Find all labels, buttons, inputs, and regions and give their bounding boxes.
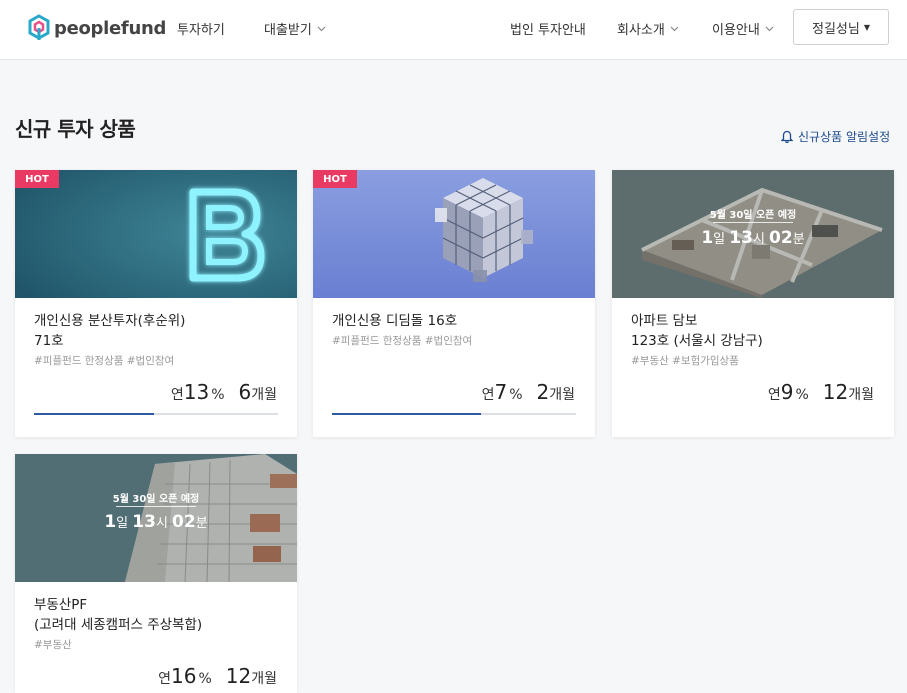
product-image: HOT	[313, 170, 595, 298]
chevron-down-icon	[670, 26, 679, 31]
rate-prefix: 연	[170, 387, 184, 403]
top-header: peoplefund 투자하기 대출받기 법인 투자안내 회사소개 이용안내 정…	[0, 0, 907, 60]
alarm-label: 신규상품 알림설정	[798, 130, 891, 144]
nav-invest-label: 투자하기	[177, 23, 225, 38]
open-countdown: 1일 13시 02분	[612, 228, 894, 248]
nav-corporate[interactable]: 법인 투자안내	[510, 19, 586, 38]
product-title-line1: 개인신용 디딤돌 16호	[332, 313, 458, 329]
funding-progress-bar	[332, 413, 576, 415]
brand-logo[interactable]: peoplefund	[28, 14, 166, 42]
countdown-days: 1	[701, 228, 714, 248]
open-schedule-label: 5월 30일 오픈 예정	[709, 210, 797, 221]
product-card[interactable]: HOT 개인신용 디딤돌 16호 #피플펀드 한정상품 #법인참여 연 7 % …	[313, 170, 595, 437]
product-image: 5월 30일 오픈 예정 1일 13시 02분	[15, 454, 297, 582]
nav-company[interactable]: 회사소개	[617, 19, 679, 38]
hot-badge: HOT	[313, 170, 357, 188]
hot-badge: HOT	[15, 170, 59, 188]
product-title-line1: 아파트 담보	[631, 313, 698, 329]
product-title: 개인신용 분산투자(후순위) 71호	[34, 311, 284, 351]
page-title: 신규 투자 상품	[15, 117, 136, 141]
product-rate-term: 연 9 % 12 개월	[768, 380, 874, 404]
rate-prefix: 연	[481, 387, 495, 403]
peoplefund-logo-icon	[28, 14, 50, 40]
countdown-hours-unit: 시	[752, 232, 765, 247]
countdown-days: 1	[104, 512, 117, 532]
funding-progress-bar	[34, 413, 278, 415]
term-unit: 개월	[251, 671, 277, 687]
bell-icon	[781, 130, 793, 143]
term-value: 12	[225, 664, 252, 688]
product-tags: #피플펀드 한정상품 #법인참여	[332, 335, 473, 347]
product-title-line2: 123호 (서울시 강남구)	[631, 333, 763, 349]
product-title: 아파트 담보 123호 (서울시 강남구)	[631, 311, 881, 351]
funding-progress-fill	[34, 413, 154, 415]
product-title-line2: (고려대 세종캠퍼스 주상복합)	[34, 617, 203, 633]
nav-corporate-label: 법인 투자안내	[510, 23, 586, 38]
rate-value: 9	[780, 380, 794, 404]
nav-invest[interactable]: 투자하기	[177, 19, 225, 38]
funding-progress-fill	[332, 413, 481, 415]
rate-unit: %	[198, 671, 212, 687]
nav-guide[interactable]: 이용안내	[712, 19, 774, 38]
product-image: 5월 30일 오픈 예정 1일 13시 02분	[612, 170, 894, 298]
user-menu-button[interactable]: 정길성님 ▼	[793, 9, 889, 45]
product-rate-term: 연 16 % 12 개월	[158, 664, 277, 688]
product-tags: #피플펀드 한정상품 #법인참여	[34, 355, 175, 367]
term-value: 12	[822, 380, 849, 404]
user-name: 정길성님	[812, 21, 860, 37]
nav-company-label: 회사소개	[617, 23, 665, 38]
product-title: 개인신용 디딤돌 16호	[332, 311, 582, 331]
term-unit: 개월	[848, 387, 874, 403]
product-card[interactable]: HOT 개인신용 분산투자(후순위) 71호 #피플펀드 한정상품 #법인참여 …	[15, 170, 297, 437]
cube-image	[313, 170, 595, 298]
neon-letter-b-image	[15, 170, 297, 298]
rate-value: 7	[494, 380, 508, 404]
product-title-line1: 부동산PF	[34, 597, 88, 613]
open-label-underline	[713, 222, 793, 223]
term-value: 6	[238, 380, 252, 404]
rate-prefix: 연	[767, 387, 781, 403]
nav-loan[interactable]: 대출받기	[264, 19, 326, 38]
countdown-minutes-unit: 분	[195, 516, 208, 531]
open-label-underline	[116, 506, 196, 507]
open-countdown: 1일 13시 02분	[15, 512, 297, 532]
rate-unit: %	[211, 387, 225, 403]
countdown-minutes: 02	[172, 512, 196, 532]
rate-value: 16	[171, 664, 197, 688]
term-unit: 개월	[251, 387, 277, 403]
open-schedule-label: 5월 30일 오픈 예정	[112, 494, 200, 505]
term-unit: 개월	[549, 387, 575, 403]
caret-down-icon: ▼	[863, 22, 870, 32]
countdown-days-unit: 일	[713, 232, 726, 247]
product-title-line2: 71호	[34, 333, 64, 349]
chevron-down-icon	[317, 26, 326, 31]
rate-unit: %	[795, 387, 809, 403]
product-card[interactable]: 5월 30일 오픈 예정 1일 13시 02분 부동산PF (고려대 세종캠퍼스…	[15, 454, 297, 693]
new-product-alarm-link[interactable]: 신규상품 알림설정	[781, 128, 890, 145]
countdown-days-unit: 일	[116, 516, 129, 531]
product-title-line1: 개인신용 분산투자(후순위)	[34, 313, 186, 329]
product-title: 부동산PF (고려대 세종캠퍼스 주상복합)	[34, 595, 284, 635]
countdown-minutes: 02	[769, 228, 793, 248]
product-rate-term: 연 13 % 6 개월	[171, 380, 277, 404]
countdown-minutes-unit: 분	[792, 232, 805, 247]
countdown-hours-unit: 시	[155, 516, 168, 531]
product-tags: #부동산 #보험가입상품	[631, 355, 739, 367]
rate-prefix: 연	[158, 671, 172, 687]
rate-value: 13	[183, 380, 210, 404]
chevron-down-icon	[765, 26, 774, 31]
nav-loan-label: 대출받기	[264, 23, 312, 38]
product-tags: #부동산	[34, 639, 72, 651]
product-rate-term: 연 7 % 2 개월	[482, 380, 575, 404]
product-image: HOT	[15, 170, 297, 298]
product-card[interactable]: 5월 30일 오픈 예정 1일 13시 02분 아파트 담보 123호 (서울시…	[612, 170, 894, 437]
countdown-hours: 13	[132, 512, 156, 532]
nav-guide-label: 이용안내	[712, 23, 760, 38]
rate-unit: %	[509, 387, 523, 403]
brand-name: peoplefund	[54, 17, 167, 39]
term-value: 2	[536, 380, 550, 404]
countdown-hours: 13	[729, 228, 753, 248]
